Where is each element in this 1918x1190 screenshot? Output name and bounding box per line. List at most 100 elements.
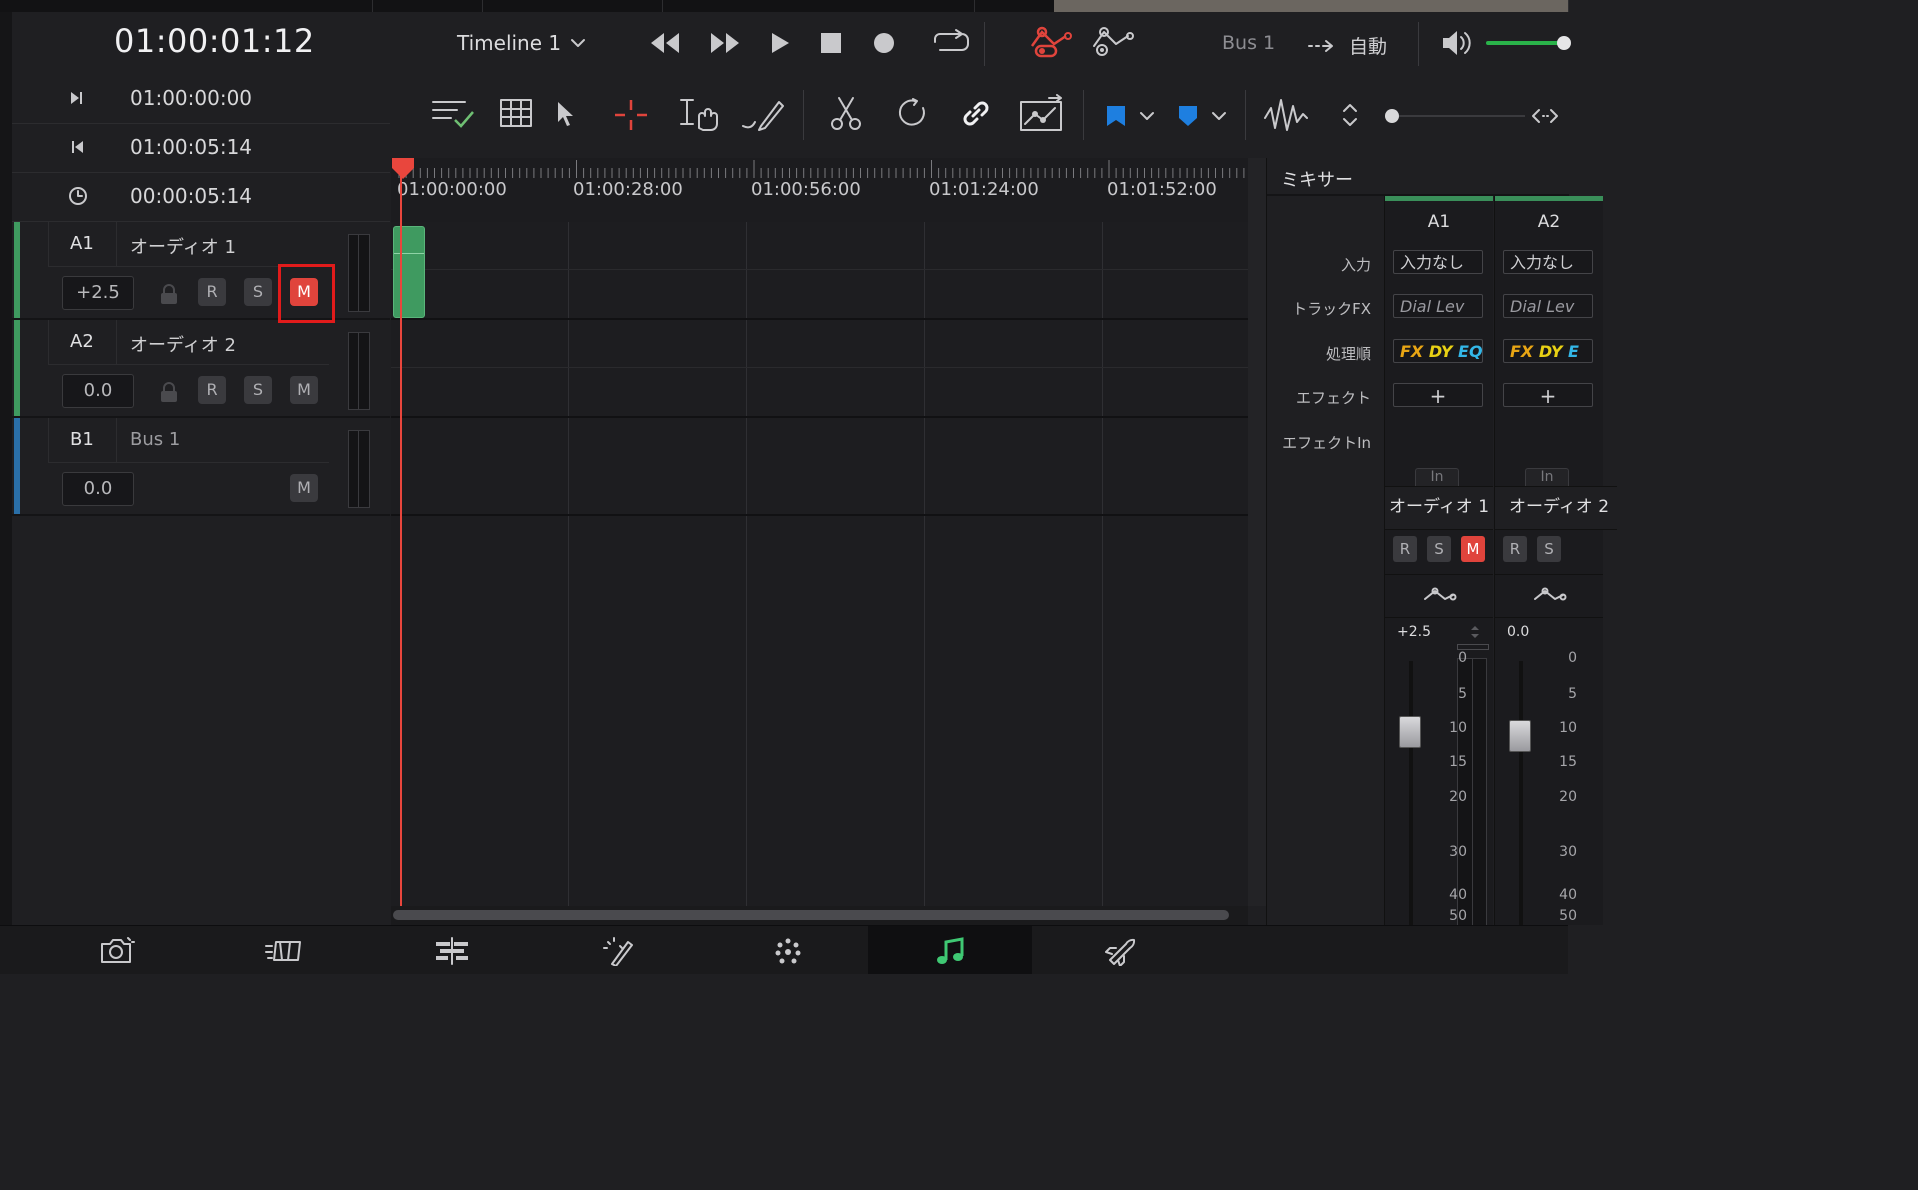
- page-color-button[interactable]: [704, 926, 868, 974]
- chevron-down-icon[interactable]: [1139, 110, 1155, 122]
- fader-knob[interactable]: [1509, 719, 1531, 752]
- fader-value[interactable]: 0.0: [1507, 624, 1529, 640]
- speaker-icon[interactable]: [1440, 28, 1472, 58]
- solo-button[interactable]: S: [244, 278, 272, 306]
- scrollbar-thumb[interactable]: [393, 910, 1229, 920]
- fader-track[interactable]: [1409, 661, 1413, 931]
- snapping-icon[interactable]: [895, 98, 929, 130]
- timeline-selector[interactable]: Timeline 1: [457, 31, 561, 55]
- record-arm-button[interactable]: R: [1503, 536, 1527, 562]
- zoom-slider[interactable]: [1385, 115, 1525, 117]
- input-selector[interactable]: 入力なし: [1393, 250, 1483, 274]
- pencil-icon[interactable]: [741, 96, 785, 132]
- lock-icon[interactable]: [158, 381, 180, 403]
- input-selector[interactable]: 入力なし: [1503, 250, 1593, 274]
- page-cut-button[interactable]: [200, 926, 364, 974]
- mute-button[interactable]: M: [1461, 536, 1485, 562]
- edit-index-icon[interactable]: [431, 96, 475, 130]
- automation-icon[interactable]: [1028, 24, 1076, 60]
- page-fairlight-button[interactable]: [868, 926, 1032, 974]
- lock-icon[interactable]: [158, 283, 180, 305]
- automation-row[interactable]: [1495, 574, 1603, 618]
- range-select-icon[interactable]: [613, 98, 649, 132]
- effects-in-toggle[interactable]: In: [1415, 468, 1459, 487]
- duration-row[interactable]: 00:00:05:14: [12, 172, 390, 222]
- playhead[interactable]: [400, 158, 402, 906]
- audio-clip[interactable]: [393, 226, 425, 318]
- page-deliver-button[interactable]: [1036, 926, 1200, 974]
- add-effect-button[interactable]: +: [1503, 383, 1593, 407]
- waveform-icon[interactable]: [1263, 96, 1309, 134]
- automation-mode-label[interactable]: 自動: [1349, 32, 1387, 59]
- track-volume[interactable]: +2.5: [62, 276, 134, 310]
- record-icon[interactable]: [872, 31, 896, 55]
- automation-curve-icon[interactable]: [1533, 587, 1567, 605]
- track-volume[interactable]: 0.0: [62, 374, 134, 408]
- track-volume[interactable]: 0.0: [62, 472, 134, 506]
- solo-button[interactable]: S: [244, 376, 272, 404]
- track-header-a2[interactable]: A2 オーディオ 2 0.0 R S M: [12, 320, 390, 418]
- fader-knob[interactable]: [1399, 715, 1421, 748]
- chevron-down-icon[interactable]: [1211, 110, 1227, 122]
- loop-icon[interactable]: [932, 28, 972, 58]
- record-arm-button[interactable]: R: [198, 376, 226, 404]
- track-name[interactable]: オーディオ 2: [130, 331, 236, 357]
- current-timecode[interactable]: 01:00:01:12: [114, 22, 315, 60]
- vertical-scrollbar[interactable]: [1248, 158, 1266, 906]
- track-name[interactable]: Bus 1: [130, 429, 180, 450]
- rewind-icon[interactable]: [648, 28, 682, 58]
- mute-button[interactable]: M: [290, 474, 318, 502]
- track-meter: [348, 332, 370, 410]
- position-lock-icon[interactable]: [1019, 94, 1065, 134]
- mute-button-highlight: [278, 264, 335, 323]
- page-media-button[interactable]: [32, 926, 196, 974]
- horizontal-scrollbar[interactable]: [391, 906, 1248, 925]
- automation-row[interactable]: [1385, 574, 1493, 618]
- add-effect-button[interactable]: +: [1393, 383, 1483, 407]
- automation-curve-icon[interactable]: [1423, 587, 1457, 605]
- mute-button[interactable]: M: [290, 376, 318, 404]
- track-name[interactable]: オーディオ 1: [130, 233, 236, 259]
- track-height-icon[interactable]: [1341, 102, 1359, 128]
- track-header-b1[interactable]: B1 Bus 1 0.0 M: [12, 418, 390, 516]
- in-point-row[interactable]: 01:00:00:00: [12, 74, 390, 124]
- out-point-row[interactable]: 01:00:05:14: [12, 123, 390, 173]
- edit-selection-icon[interactable]: [675, 96, 723, 134]
- master-volume-knob[interactable]: [1557, 36, 1571, 50]
- zoom-slider-knob[interactable]: [1385, 109, 1399, 123]
- grid-icon[interactable]: [499, 98, 533, 128]
- record-arm-button[interactable]: R: [1393, 536, 1417, 562]
- output-bus-label[interactable]: Bus 1: [1222, 32, 1275, 54]
- chevron-down-icon[interactable]: [570, 37, 586, 49]
- order-dy: DY: [1428, 342, 1453, 361]
- fader-value[interactable]: +2.5: [1397, 624, 1431, 640]
- effects-in-toggle[interactable]: In: [1525, 468, 1569, 487]
- playhead-handle[interactable]: [391, 158, 415, 180]
- fader-spinner-icon[interactable]: [1469, 624, 1481, 640]
- page-fusion-button[interactable]: [536, 926, 700, 974]
- track-fx-slot[interactable]: Dial Lev: [1503, 294, 1593, 318]
- processing-order[interactable]: FX DY EQ: [1393, 339, 1483, 363]
- pointer-icon[interactable]: [555, 100, 577, 128]
- marker-icon[interactable]: [1177, 104, 1199, 128]
- link-icon[interactable]: [959, 98, 993, 130]
- track-fx-slot[interactable]: Dial Lev: [1393, 294, 1483, 318]
- play-icon[interactable]: [768, 28, 792, 58]
- record-arm-button[interactable]: R: [198, 278, 226, 306]
- timeline-tracks[interactable]: [391, 222, 1248, 906]
- solo-button[interactable]: S: [1427, 536, 1451, 562]
- automation-settings-icon[interactable]: [1090, 24, 1138, 60]
- fast-forward-icon[interactable]: [708, 28, 742, 58]
- fader-track[interactable]: [1519, 661, 1523, 931]
- page-edit-button[interactable]: [368, 926, 532, 974]
- scale-label: 30: [1449, 844, 1467, 860]
- master-volume-slider[interactable]: [1486, 41, 1562, 45]
- processing-order[interactable]: FX DY E: [1503, 339, 1593, 363]
- solo-button[interactable]: S: [1537, 536, 1561, 562]
- flag-icon[interactable]: [1105, 104, 1127, 128]
- timeline-ruler[interactable]: 01:00:00:00 01:00:28:00 01:00:56:00 01:0…: [391, 158, 1248, 223]
- razor-icon[interactable]: [829, 96, 863, 132]
- clip-volume-line[interactable]: [394, 253, 424, 254]
- zoom-width-icon[interactable]: [1531, 106, 1559, 126]
- stop-icon[interactable]: [820, 32, 842, 54]
